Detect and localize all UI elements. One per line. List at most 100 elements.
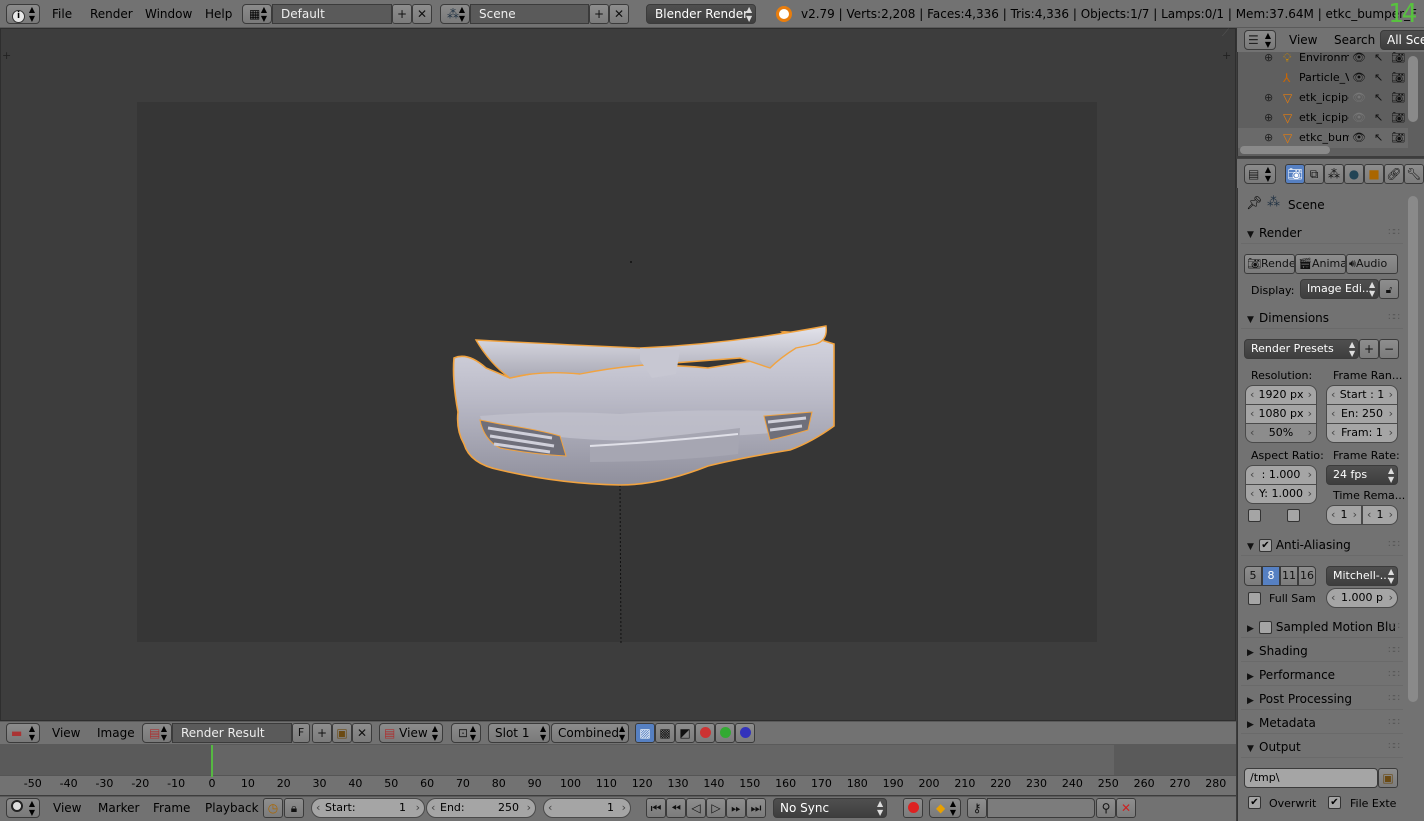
current-frame-field[interactable]: 1 bbox=[543, 798, 631, 818]
add-layout-button[interactable]: + bbox=[392, 4, 412, 24]
layout-name-field[interactable]: Default bbox=[272, 4, 392, 24]
select-cursor-icon[interactable]: ↖ bbox=[1374, 68, 1383, 88]
corner-plus-icon[interactable]: + bbox=[2, 49, 11, 62]
auto-keying-button[interactable] bbox=[903, 798, 923, 818]
tab-world[interactable]: ● bbox=[1344, 164, 1364, 184]
render-audio-button[interactable]: 🔊︎Audio bbox=[1346, 254, 1398, 274]
render-pass-select[interactable]: Combined bbox=[551, 723, 629, 743]
start-frame-field[interactable]: Start: 1 bbox=[311, 798, 425, 818]
sync-mode-select[interactable]: No Sync bbox=[773, 798, 887, 818]
remove-preset-button[interactable]: − bbox=[1379, 339, 1399, 359]
crop-checkbox[interactable] bbox=[1287, 509, 1300, 522]
outliner-menu-view[interactable]: View bbox=[1289, 30, 1317, 50]
blue-channel-button[interactable] bbox=[735, 723, 755, 743]
expand-plus-icon[interactable]: ⊕ bbox=[1264, 88, 1273, 108]
keying-mode-select[interactable]: ◆ ▲ ▼ bbox=[929, 798, 961, 818]
render-engine-select[interactable]: Blender Render bbox=[646, 4, 756, 24]
lock-interface-button[interactable]: 🔓︎ bbox=[1379, 279, 1399, 299]
jump-end-button[interactable]: ⏭︎ bbox=[746, 798, 766, 818]
timeline-menu-view[interactable]: View bbox=[53, 798, 81, 818]
editor-type-properties[interactable]: ▤ ▲ ▼ bbox=[1244, 164, 1276, 184]
tab-render[interactable]: 📷︎ bbox=[1285, 164, 1305, 184]
play-reverse-button[interactable]: ◁ bbox=[686, 798, 706, 818]
tab-object[interactable]: ■ bbox=[1364, 164, 1384, 184]
aspect-x-field[interactable]: : 1.000 bbox=[1245, 465, 1317, 485]
filter-size-field[interactable]: 1.000 p bbox=[1326, 588, 1398, 608]
editor-type-info[interactable]: i ▲ ▼ bbox=[6, 4, 40, 24]
render-camera-small-icon[interactable]: 📷︎ bbox=[1391, 48, 1405, 68]
add-scene-button[interactable]: + bbox=[589, 4, 609, 24]
current-frame-marker[interactable] bbox=[211, 745, 213, 777]
aa-samples-16-button[interactable]: 16 bbox=[1298, 566, 1316, 586]
editor-type-outliner[interactable]: ☰ ▲ ▼ bbox=[1244, 30, 1276, 50]
red-channel-button[interactable] bbox=[695, 723, 715, 743]
aa-samples-5-button[interactable]: 5 bbox=[1244, 566, 1262, 586]
resolution-x-field[interactable]: 1920 px bbox=[1245, 385, 1317, 405]
outliner-item[interactable]: ⊕ ▽ etk_icpipe👁︎ ↖ 📷︎ bbox=[1238, 108, 1408, 128]
border-checkbox[interactable] bbox=[1248, 509, 1261, 522]
tab-scene[interactable]: ⁂ bbox=[1324, 164, 1344, 184]
collapsed-panel-header[interactable]: ▶ Performance ∷∷ bbox=[1241, 664, 1403, 686]
browse-output-button[interactable]: ▣ bbox=[1378, 768, 1398, 788]
visibility-eye-icon[interactable]: 👁︎ bbox=[1352, 68, 1366, 88]
outliner-item[interactable]: ⊕ 💡︎ Environm 👁︎ ↖ 📷︎ bbox=[1238, 48, 1408, 68]
remove-layout-button[interactable]: ✕ bbox=[412, 4, 432, 24]
green-channel-button[interactable] bbox=[715, 723, 735, 743]
resolution-y-field[interactable]: 1080 px bbox=[1245, 404, 1317, 424]
corner-plus-icon[interactable]: + bbox=[1222, 49, 1231, 62]
lock-range-button[interactable]: 🔒︎ bbox=[284, 798, 304, 818]
file-extensions-checkbox[interactable]: ✔ bbox=[1328, 796, 1341, 809]
overwrite-checkbox[interactable]: ✔ bbox=[1248, 796, 1261, 809]
display-select[interactable]: Image Edi... bbox=[1300, 279, 1379, 299]
scene-type-button[interactable]: ⁂ ▲ ▼ bbox=[440, 4, 470, 24]
render-camera-small-icon[interactable]: 📷︎ bbox=[1391, 88, 1405, 108]
expand-plus-icon[interactable]: ⊕ bbox=[1264, 108, 1273, 128]
select-cursor-icon[interactable]: ↖ bbox=[1374, 128, 1383, 148]
preview-range-button[interactable]: ◷ bbox=[263, 798, 283, 818]
keying-set-field[interactable] bbox=[987, 798, 1095, 818]
image-menu-view[interactable]: View bbox=[52, 723, 80, 743]
outliner-display-mode[interactable]: All Sce bbox=[1380, 30, 1424, 50]
outliner-item[interactable]: ⊕ ▽ etkc_bum 👁︎ ↖ 📷︎ bbox=[1238, 128, 1408, 148]
tab-modifiers[interactable]: 🔧︎ bbox=[1404, 164, 1424, 184]
collapsed-panel-header[interactable]: ▶ Sampled Motion Blu ∷∷ bbox=[1241, 616, 1403, 638]
aa-samples-11-button[interactable]: 11 bbox=[1280, 566, 1298, 586]
menu-help[interactable]: Help bbox=[205, 4, 232, 24]
menu-render[interactable]: Render bbox=[90, 4, 133, 24]
collapsed-panel-header[interactable]: ▶ Shading ∷∷ bbox=[1241, 640, 1403, 662]
jump-start-button[interactable]: ⏮︎ bbox=[646, 798, 666, 818]
render-camera-small-icon[interactable]: 📷︎ bbox=[1391, 108, 1405, 128]
menu-window[interactable]: Window bbox=[145, 4, 192, 24]
jump-keyframe-back-button[interactable]: ⏪︎ bbox=[666, 798, 686, 818]
image-browse-button[interactable]: ▤ ▲ ▼ bbox=[142, 723, 172, 743]
full-sample-checkbox[interactable] bbox=[1248, 592, 1261, 605]
outliner-scrollbar[interactable] bbox=[1408, 56, 1418, 122]
select-cursor-icon[interactable]: ↖ bbox=[1374, 88, 1383, 108]
draw-zbuffer-button[interactable]: ◩ bbox=[675, 723, 695, 743]
visibility-eye-icon[interactable]: 👁︎ bbox=[1352, 48, 1366, 68]
outliner-item[interactable]: ⅄ Particle_V 👁︎ ↖ 📷︎ bbox=[1238, 68, 1408, 88]
render-still-button[interactable]: 📷︎Rende bbox=[1244, 254, 1295, 274]
frame-step-field[interactable]: Fram: 1 bbox=[1326, 423, 1398, 443]
expand-plus-icon[interactable]: ⊕ bbox=[1264, 128, 1273, 148]
timeline-menu-marker[interactable]: Marker bbox=[98, 798, 139, 818]
image-menu-image[interactable]: Image bbox=[97, 723, 135, 743]
editor-type-timeline[interactable]: ▲ ▼ bbox=[6, 798, 40, 818]
time-old-field[interactable]: 1 bbox=[1326, 505, 1362, 525]
tab-constraints[interactable]: 🔗︎ bbox=[1384, 164, 1404, 184]
frame-end-field[interactable]: En: 250 bbox=[1326, 404, 1398, 424]
insert-keyframe-button[interactable]: ⚲ bbox=[1096, 798, 1116, 818]
tab-render-layers[interactable]: ⧉ bbox=[1304, 164, 1324, 184]
pivot-select[interactable]: ⊡ ▲ ▼ bbox=[451, 723, 481, 743]
visibility-eye-icon[interactable]: 👁︎ bbox=[1352, 88, 1366, 108]
render-camera-small-icon[interactable]: 📷︎ bbox=[1391, 128, 1405, 148]
select-cursor-icon[interactable]: ↖ bbox=[1374, 48, 1383, 68]
area-split-corner-icon[interactable]: ⟋ bbox=[1222, 28, 1229, 39]
editor-type-image[interactable]: ▬ ▲ ▼ bbox=[6, 723, 40, 743]
add-preset-button[interactable]: + bbox=[1359, 339, 1379, 359]
resolution-percentage-field[interactable]: 50% bbox=[1245, 423, 1317, 443]
properties-scrollbar[interactable] bbox=[1408, 196, 1418, 702]
draw-alpha-checker-button[interactable]: ▩ bbox=[655, 723, 675, 743]
play-button[interactable]: ▷ bbox=[706, 798, 726, 818]
render-panel-header[interactable]: ▼ Render ∷∷ bbox=[1241, 222, 1403, 244]
